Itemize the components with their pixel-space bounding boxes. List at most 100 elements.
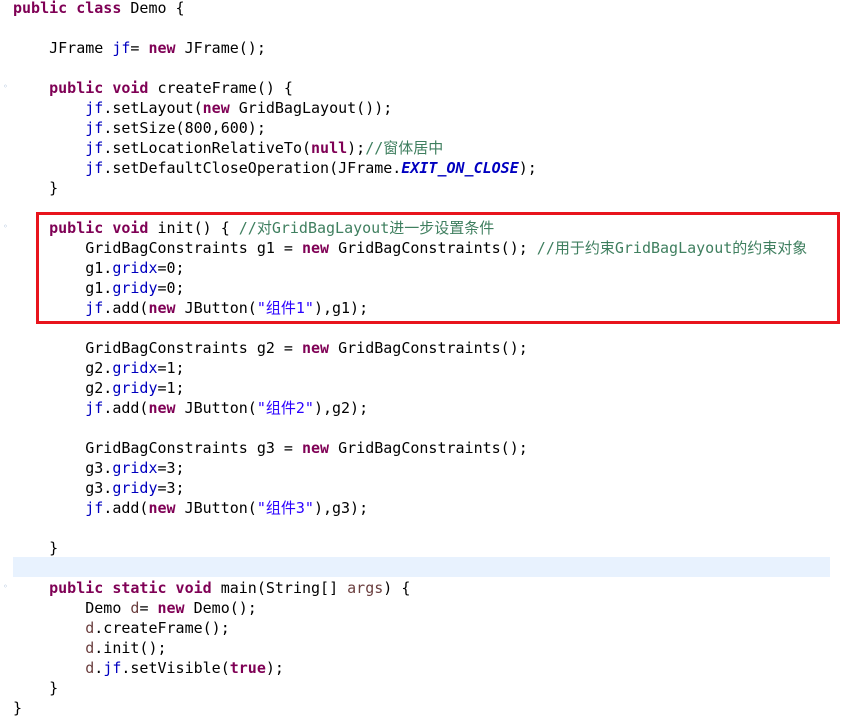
code-line[interactable]: public class Demo { <box>13 0 185 18</box>
code-token: ); <box>265 659 284 677</box>
code-token: } <box>13 179 59 197</box>
code-token: jf <box>85 159 104 177</box>
code-token: =3; <box>157 459 185 477</box>
highlight-annotation-box <box>36 212 840 324</box>
method-marker-icon: ◦ <box>3 582 8 591</box>
code-token: new <box>148 499 176 517</box>
code-token: "组件3" <box>256 499 314 517</box>
code-token: new <box>157 599 185 617</box>
code-token: gridx <box>112 359 158 377</box>
code-token: new <box>148 399 176 417</box>
code-token: jf <box>85 99 104 117</box>
method-marker-icon: ◦ <box>3 82 8 91</box>
code-token: GridBagConstraints g2 = <box>13 339 302 357</box>
code-token: = <box>139 599 158 617</box>
code-line[interactable]: Demo d= new Demo(); <box>13 598 257 618</box>
code-token: JFrame(); <box>175 39 266 57</box>
code-token: ),g2); <box>313 399 369 417</box>
code-line[interactable]: jf.setLayout(new GridBagLayout()); <box>13 98 392 118</box>
code-token: g3. <box>13 479 113 497</box>
code-line[interactable]: d.createFrame(); <box>13 618 230 638</box>
code-token: Demo(); <box>184 599 257 617</box>
code-line[interactable]: g3.gridy=3; <box>13 478 185 498</box>
code-line[interactable]: g3.gridx=3; <box>13 458 185 478</box>
code-token: .add( <box>103 499 149 517</box>
code-token: jf <box>85 119 104 137</box>
code-token: =1; <box>157 379 185 397</box>
code-token: d <box>85 619 95 637</box>
code-line[interactable]: GridBagConstraints g2 = new GridBagConst… <box>13 338 528 358</box>
code-token: ); <box>347 139 366 157</box>
code-line[interactable]: } <box>13 678 58 698</box>
code-token: .setSize(800,600); <box>103 119 266 137</box>
code-line[interactable]: GridBagConstraints g3 = new GridBagConst… <box>13 438 528 458</box>
code-token: JButton( <box>175 499 257 517</box>
code-token: } <box>13 699 23 717</box>
code-token: JButton( <box>175 399 257 417</box>
code-token: jf <box>112 39 131 57</box>
code-editor[interactable]: public class Demo { JFrame jf= new JFram… <box>0 0 858 725</box>
code-token: gridx <box>112 459 158 477</box>
code-token: =3; <box>157 479 185 497</box>
code-token: public void <box>49 79 149 97</box>
code-token: .setLocationRelativeTo( <box>103 139 312 157</box>
code-line[interactable]: jf.setLocationRelativeTo(null);//窗体居中 <box>13 138 443 158</box>
code-line[interactable]: } <box>13 178 58 198</box>
code-token: ) { <box>383 579 411 597</box>
code-token: = <box>130 39 149 57</box>
code-token: true <box>229 659 266 677</box>
code-token: } <box>13 679 59 697</box>
code-line[interactable]: } <box>13 538 58 558</box>
code-line[interactable]: d.init(); <box>13 638 167 658</box>
code-token: .setVisible( <box>121 659 230 677</box>
code-line[interactable]: g2.gridy=1; <box>13 378 185 398</box>
code-token: d <box>85 659 95 677</box>
code-token: g3. <box>13 459 113 477</box>
code-line[interactable]: jf.add(new JButton("组件2"),g2); <box>13 398 368 418</box>
code-token: null <box>311 139 348 157</box>
code-token: GridBagConstraints(); <box>329 339 528 357</box>
code-token: createFrame() { <box>148 79 293 97</box>
code-token: g2. <box>13 359 113 377</box>
code-token: GridBagConstraints g3 = <box>13 439 302 457</box>
code-token: g2. <box>13 379 113 397</box>
code-token: jf <box>103 659 122 677</box>
code-line[interactable]: jf.add(new JButton("组件3"),g3); <box>13 498 368 518</box>
code-token: . <box>94 659 104 677</box>
code-token: =1; <box>157 359 185 377</box>
code-line[interactable]: JFrame jf= new JFrame(); <box>13 38 266 58</box>
method-marker-icon: ◦ <box>3 222 8 231</box>
code-token: .init(); <box>94 639 167 657</box>
code-token: jf <box>85 499 104 517</box>
code-line[interactable]: jf.setSize(800,600); <box>13 118 266 138</box>
code-token: .add( <box>103 399 149 417</box>
code-line[interactable]: public static void main(String[] args) { <box>13 578 410 598</box>
code-token: .setLayout( <box>103 99 203 117</box>
code-token: //窗体居中 <box>365 139 444 157</box>
code-token: .setDefaultCloseOperation(JFrame. <box>103 159 402 177</box>
code-token: d <box>85 639 95 657</box>
code-token: .createFrame(); <box>94 619 230 637</box>
code-line[interactable]: d.jf.setVisible(true); <box>13 658 284 678</box>
code-line[interactable]: g2.gridx=1; <box>13 358 185 378</box>
code-token: "组件2" <box>256 399 314 417</box>
code-line[interactable]: } <box>13 698 22 718</box>
code-token: args <box>347 579 384 597</box>
code-token: new <box>301 439 330 457</box>
code-token: JFrame <box>13 39 113 57</box>
code-token: Demo <box>13 599 131 617</box>
code-line[interactable]: public void createFrame() { <box>13 78 293 98</box>
code-token: new <box>301 339 330 357</box>
code-token: main(String[] <box>211 579 348 597</box>
code-token: GridBagLayout()); <box>229 99 393 117</box>
code-line[interactable]: jf.setDefaultCloseOperation(JFrame.EXIT_… <box>13 158 537 178</box>
